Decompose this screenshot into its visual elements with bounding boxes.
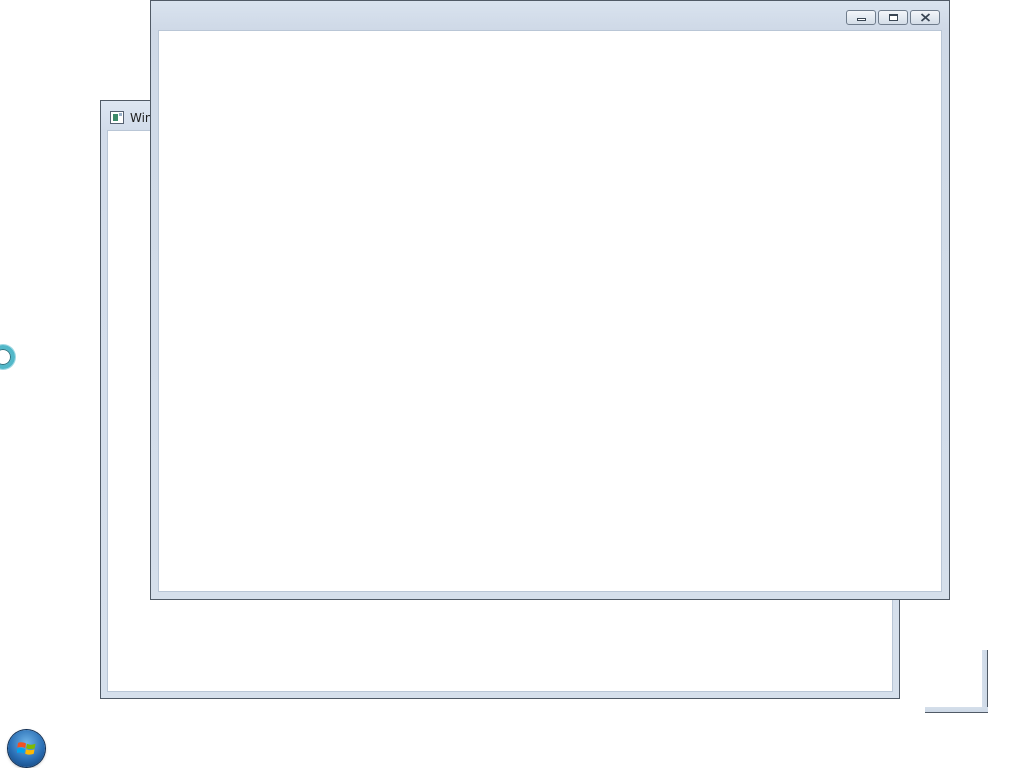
app-window-icon[interactable] — [110, 111, 124, 124]
start-button[interactable] — [8, 730, 45, 767]
minimize-button[interactable] — [846, 10, 876, 25]
close-icon — [920, 13, 930, 22]
busy-cursor-icon — [0, 345, 15, 369]
foreground-window-titlebar[interactable] — [151, 1, 949, 29]
windows-start-orb-icon — [17, 742, 36, 755]
maximize-icon — [888, 14, 898, 21]
partial-window-corner[interactable] — [925, 650, 988, 713]
caption-buttons — [846, 10, 940, 25]
minimize-icon — [856, 18, 866, 21]
maximize-button[interactable] — [878, 10, 908, 25]
window-right-edge[interactable] — [982, 650, 988, 713]
foreground-window[interactable] — [150, 0, 950, 600]
close-button[interactable] — [910, 10, 940, 25]
window-bottom-edge[interactable] — [925, 707, 988, 713]
desktop: Win — [0, 0, 1024, 768]
foreground-window-client-area[interactable] — [158, 30, 942, 592]
